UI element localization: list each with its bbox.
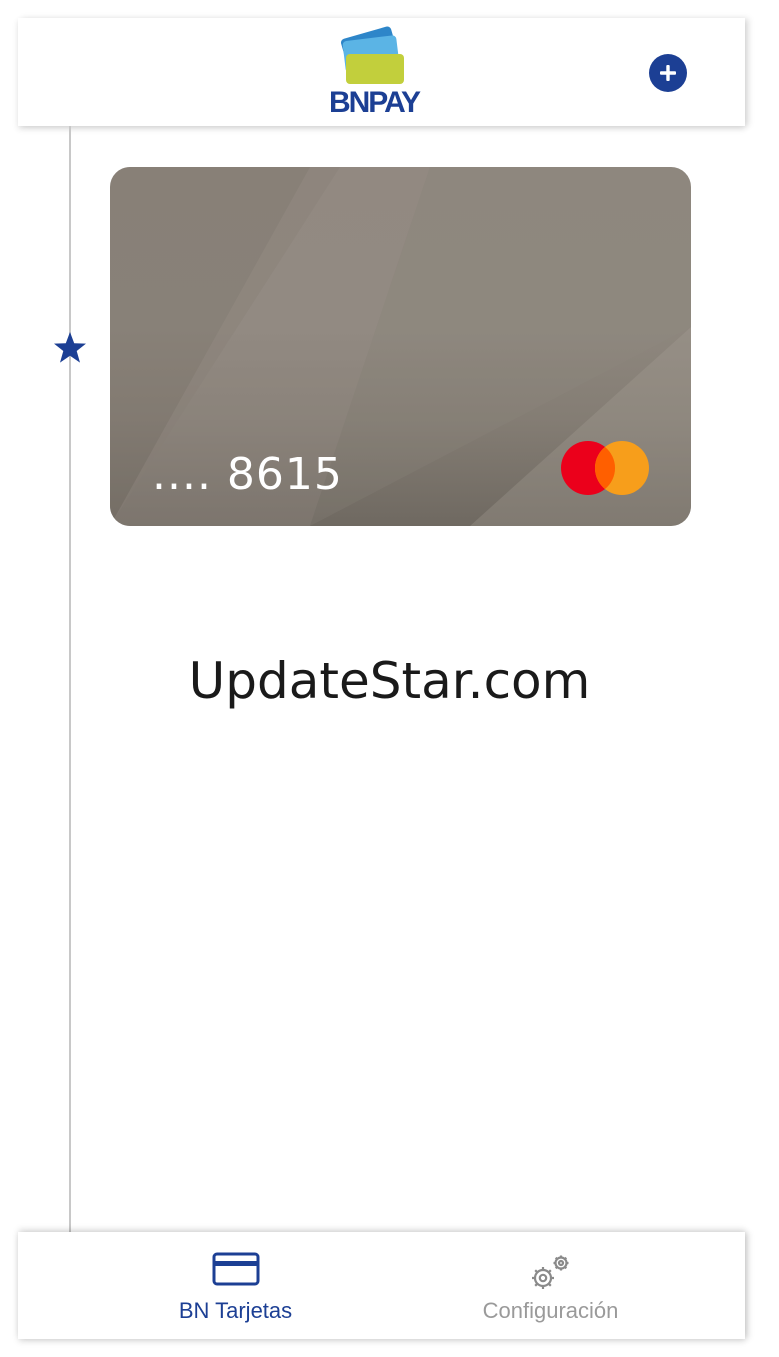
bnpay-logo: BNPAY — [318, 24, 430, 120]
mastercard-logo-icon — [561, 441, 649, 495]
bank-card[interactable]: .... 8615 — [110, 167, 691, 526]
bottom-navigation: BN Tarjetas Configuración — [18, 1232, 745, 1339]
tab-bn-tarjetas[interactable]: BN Tarjetas — [118, 1232, 353, 1339]
tab-configuracion[interactable]: Configuración — [438, 1232, 663, 1339]
watermark-text: UpdateStar.com — [188, 652, 591, 710]
add-card-button[interactable] — [649, 54, 687, 92]
logo-text: BNPAY — [328, 86, 421, 119]
app-header: BNPAY — [18, 18, 745, 126]
cards-stack-logo-icon — [340, 26, 404, 84]
app-screen: BNPAY .... 8615 UpdateStar.com BN Tarjet… — [0, 0, 779, 1357]
star-icon[interactable] — [52, 330, 88, 366]
plus-icon — [660, 65, 676, 81]
gears-icon — [532, 1255, 569, 1289]
credit-card-icon — [212, 1252, 260, 1286]
card-number: .... 8615 — [152, 449, 343, 500]
tab-label: Configuración — [482, 1298, 619, 1323]
tab-label: BN Tarjetas — [178, 1298, 293, 1323]
